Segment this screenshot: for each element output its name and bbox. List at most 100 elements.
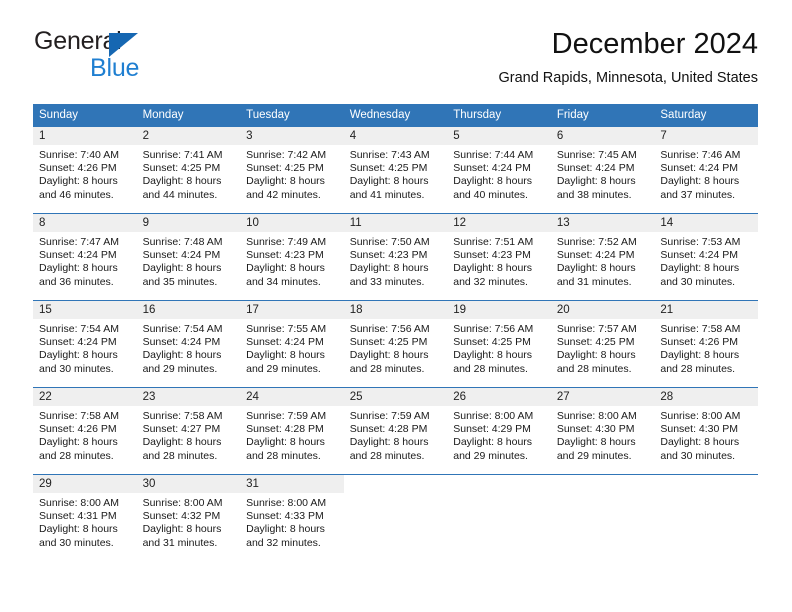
calendar-day-content: 8 Sunrise: 7:47 AM Sunset: 4:24 PM Daylight…	[33, 214, 137, 300]
day-sun-info: Sunrise: 7:56 AM Sunset: 4:25 PM Daylight:…	[344, 319, 448, 376]
calendar-day-cell[interactable]: 22 Sunrise: 7:58 AM Sunset: 4:26 PM Dayligh…	[33, 387, 137, 475]
sunrise-text: Sunrise: 7:55 AM	[246, 323, 327, 335]
calendar-day-cell[interactable]: 19 Sunrise: 7:56 AM Sunset: 4:25 PM Dayligh…	[447, 300, 551, 388]
daylight-text-line1: Daylight: 8 hours	[660, 262, 740, 275]
sunset-text: Sunset: 4:24 PM	[142, 249, 221, 262]
sunrise-text: Sunrise: 7:40 AM	[39, 149, 119, 161]
calendar-day-content: 22 Sunrise: 7:58 AM Sunset: 4:26 PM Dayligh…	[33, 388, 137, 474]
calendar-day-cell[interactable]: 31 Sunrise: 8:00 AM Sunset: 4:33 PM Dayligh…	[240, 474, 344, 561]
daylight-text-line2: and 31 minutes.	[556, 275, 632, 288]
day-number: 27	[550, 388, 655, 406]
day-sun-info: Sunrise: 7:45 AM Sunset: 4:24 PM Daylight:…	[551, 145, 655, 202]
calendar-day-cell[interactable]: 25 Sunrise: 7:59 AM Sunset: 4:28 PM Dayligh…	[343, 387, 448, 475]
brand-logo[interactable]: General Blue	[33, 27, 263, 89]
calendar-header-row: Sunday Monday Tuesday Wednesday Thursday…	[33, 104, 758, 127]
daylight-text-line1: Daylight: 8 hours	[142, 523, 222, 536]
daylight-text-line2: and 32 minutes.	[246, 536, 321, 549]
day-sun-info	[551, 493, 655, 497]
day-sun-info: Sunrise: 8:00 AM Sunset: 4:31 PM Daylight:…	[33, 493, 137, 550]
calendar-day-cell[interactable]: 23 Sunrise: 7:58 AM Sunset: 4:27 PM Dayligh…	[136, 387, 241, 475]
sunset-text: Sunset: 4:24 PM	[246, 336, 324, 349]
day-sun-info: Sunrise: 7:59 AM Sunset: 4:28 PM Daylight:…	[240, 406, 344, 463]
calendar-day-cell[interactable]: 3 Sunrise: 7:42 AM Sunset: 4:25 PM Daylight…	[240, 126, 344, 214]
day-sun-info: Sunrise: 7:46 AM Sunset: 4:24 PM Daylight:…	[654, 145, 758, 202]
sunset-text: Sunset: 4:31 PM	[39, 510, 117, 523]
calendar-day-cell[interactable]: 10 Sunrise: 7:49 AM Sunset: 4:23 PM Dayligh…	[240, 213, 344, 301]
calendar-day-content: 20 Sunrise: 7:57 AM Sunset: 4:25 PM Dayligh…	[550, 301, 655, 387]
daylight-text-line1: Daylight: 8 hours	[39, 436, 118, 449]
calendar-day-cell[interactable]: 9 Sunrise: 7:48 AM Sunset: 4:24 PM Daylight…	[136, 213, 241, 301]
day-number: 31	[240, 475, 344, 493]
calendar-week-row: 29 Sunrise: 8:00 AM Sunset: 4:31 PM Dayligh…	[33, 474, 758, 561]
calendar-day-content: 15 Sunrise: 7:54 AM Sunset: 4:24 PM Dayligh…	[33, 301, 137, 387]
calendar-day-content: 9 Sunrise: 7:48 AM Sunset: 4:24 PM Daylight…	[136, 214, 241, 300]
day-sun-info: Sunrise: 7:42 AM Sunset: 4:25 PM Daylight:…	[240, 145, 344, 202]
daylight-text-line1: Daylight: 8 hours	[39, 262, 118, 275]
calendar-day-cell[interactable]: 27 Sunrise: 8:00 AM Sunset: 4:30 PM Dayligh…	[550, 387, 655, 475]
day-number: 25	[343, 388, 448, 406]
sunset-text: Sunset: 4:24 PM	[556, 249, 635, 262]
daylight-text-line1: Daylight: 8 hours	[349, 349, 429, 362]
calendar-day-content: 30 Sunrise: 8:00 AM Sunset: 4:32 PM Dayligh…	[136, 475, 241, 561]
sunrise-text: Sunrise: 7:51 AM	[453, 236, 534, 248]
daylight-text-line2: and 46 minutes.	[39, 188, 114, 201]
day-sun-info: Sunrise: 8:00 AM Sunset: 4:30 PM Daylight:…	[551, 406, 655, 463]
calendar-page: General Blue December 2024 Grand Rapids,…	[0, 0, 792, 612]
calendar-day-empty	[551, 475, 655, 561]
calendar-day-cell[interactable]: 21 Sunrise: 7:58 AM Sunset: 4:26 PM Dayligh…	[654, 300, 758, 388]
calendar-day-cell[interactable]: 18 Sunrise: 7:56 AM Sunset: 4:25 PM Dayligh…	[343, 300, 448, 388]
day-sun-info: Sunrise: 8:00 AM Sunset: 4:33 PM Daylight:…	[240, 493, 344, 550]
calendar-day-cell[interactable]: 17 Sunrise: 7:55 AM Sunset: 4:24 PM Dayligh…	[240, 300, 344, 388]
sunrise-text: Sunrise: 7:58 AM	[39, 410, 119, 422]
calendar-day-content: 27 Sunrise: 8:00 AM Sunset: 4:30 PM Dayligh…	[550, 388, 655, 474]
sunset-text: Sunset: 4:25 PM	[453, 336, 531, 349]
day-sun-info: Sunrise: 7:43 AM Sunset: 4:25 PM Daylight:…	[344, 145, 448, 202]
day-number: 21	[654, 301, 758, 319]
calendar-day-cell[interactable]: 8 Sunrise: 7:47 AM Sunset: 4:24 PM Daylight…	[33, 213, 137, 301]
calendar-day-cell[interactable]: 5 Sunrise: 7:44 AM Sunset: 4:24 PM Daylight…	[447, 126, 551, 214]
daylight-text-line1: Daylight: 8 hours	[660, 175, 740, 188]
day-number: 4	[343, 127, 448, 145]
calendar-day-cell[interactable]: 14 Sunrise: 7:53 AM Sunset: 4:24 PM Dayligh…	[654, 213, 758, 301]
calendar-day-cell[interactable]: 28 Sunrise: 8:00 AM Sunset: 4:30 PM Dayligh…	[654, 387, 758, 475]
daylight-text-line2: and 29 minutes.	[246, 362, 321, 375]
calendar-day-cell[interactable]: 15 Sunrise: 7:54 AM Sunset: 4:24 PM Dayligh…	[33, 300, 137, 388]
calendar-day-cell[interactable]	[654, 474, 758, 561]
calendar-day-cell[interactable]: 12 Sunrise: 7:51 AM Sunset: 4:23 PM Dayligh…	[447, 213, 551, 301]
calendar-day-cell[interactable]: 4 Sunrise: 7:43 AM Sunset: 4:25 PM Daylight…	[343, 126, 448, 214]
sunset-text: Sunset: 4:29 PM	[453, 423, 531, 436]
calendar-day-content: 19 Sunrise: 7:56 AM Sunset: 4:25 PM Dayligh…	[447, 301, 551, 387]
day-sun-info: Sunrise: 7:58 AM Sunset: 4:26 PM Daylight:…	[654, 319, 758, 376]
calendar-day-cell[interactable]: 7 Sunrise: 7:46 AM Sunset: 4:24 PM Daylight…	[654, 126, 758, 214]
calendar-day-cell[interactable]: 26 Sunrise: 8:00 AM Sunset: 4:29 PM Dayligh…	[447, 387, 551, 475]
daylight-text-line1: Daylight: 8 hours	[556, 436, 636, 449]
calendar-day-cell[interactable]: 6 Sunrise: 7:45 AM Sunset: 4:24 PM Daylight…	[550, 126, 655, 214]
sunrise-text: Sunrise: 8:00 AM	[453, 410, 534, 422]
calendar-day-cell[interactable]	[343, 474, 448, 561]
calendar-day-content: 17 Sunrise: 7:55 AM Sunset: 4:24 PM Dayligh…	[240, 301, 344, 387]
daylight-text-line1: Daylight: 8 hours	[556, 262, 636, 275]
calendar-day-cell[interactable]	[447, 474, 551, 561]
daylight-text-line2: and 40 minutes.	[453, 188, 528, 201]
calendar-day-cell[interactable]: 13 Sunrise: 7:52 AM Sunset: 4:24 PM Dayligh…	[550, 213, 655, 301]
calendar-day-cell[interactable]: 2 Sunrise: 7:41 AM Sunset: 4:25 PM Daylight…	[136, 126, 241, 214]
daylight-text-line1: Daylight: 8 hours	[142, 262, 222, 275]
calendar-day-cell[interactable]: 30 Sunrise: 8:00 AM Sunset: 4:32 PM Dayligh…	[136, 474, 241, 561]
sunrise-text: Sunrise: 7:41 AM	[142, 149, 223, 161]
daylight-text-line2: and 33 minutes.	[349, 275, 425, 288]
daylight-text-line2: and 37 minutes.	[660, 188, 736, 201]
calendar-day-content: 21 Sunrise: 7:58 AM Sunset: 4:26 PM Dayligh…	[654, 301, 758, 387]
day-sun-info: Sunrise: 7:44 AM Sunset: 4:24 PM Daylight:…	[447, 145, 551, 202]
sunset-text: Sunset: 4:25 PM	[556, 336, 635, 349]
calendar-day-cell[interactable]: 24 Sunrise: 7:59 AM Sunset: 4:28 PM Dayligh…	[240, 387, 344, 475]
sunrise-text: Sunrise: 7:46 AM	[660, 149, 741, 161]
calendar-day-cell[interactable]: 16 Sunrise: 7:54 AM Sunset: 4:24 PM Dayligh…	[136, 300, 241, 388]
daylight-text-line2: and 41 minutes.	[349, 188, 425, 201]
calendar-day-cell[interactable]: 20 Sunrise: 7:57 AM Sunset: 4:25 PM Dayligh…	[550, 300, 655, 388]
calendar-day-cell[interactable]: 29 Sunrise: 8:00 AM Sunset: 4:31 PM Dayligh…	[33, 474, 137, 561]
calendar-day-content: 6 Sunrise: 7:45 AM Sunset: 4:24 PM Daylight…	[550, 127, 655, 213]
daylight-text-line1: Daylight: 8 hours	[453, 262, 533, 275]
calendar-day-cell[interactable]	[550, 474, 655, 561]
calendar-day-cell[interactable]: 11 Sunrise: 7:50 AM Sunset: 4:23 PM Dayligh…	[343, 213, 448, 301]
calendar-day-cell[interactable]: 1 Sunrise: 7:40 AM Sunset: 4:26 PM Daylight…	[33, 126, 137, 214]
